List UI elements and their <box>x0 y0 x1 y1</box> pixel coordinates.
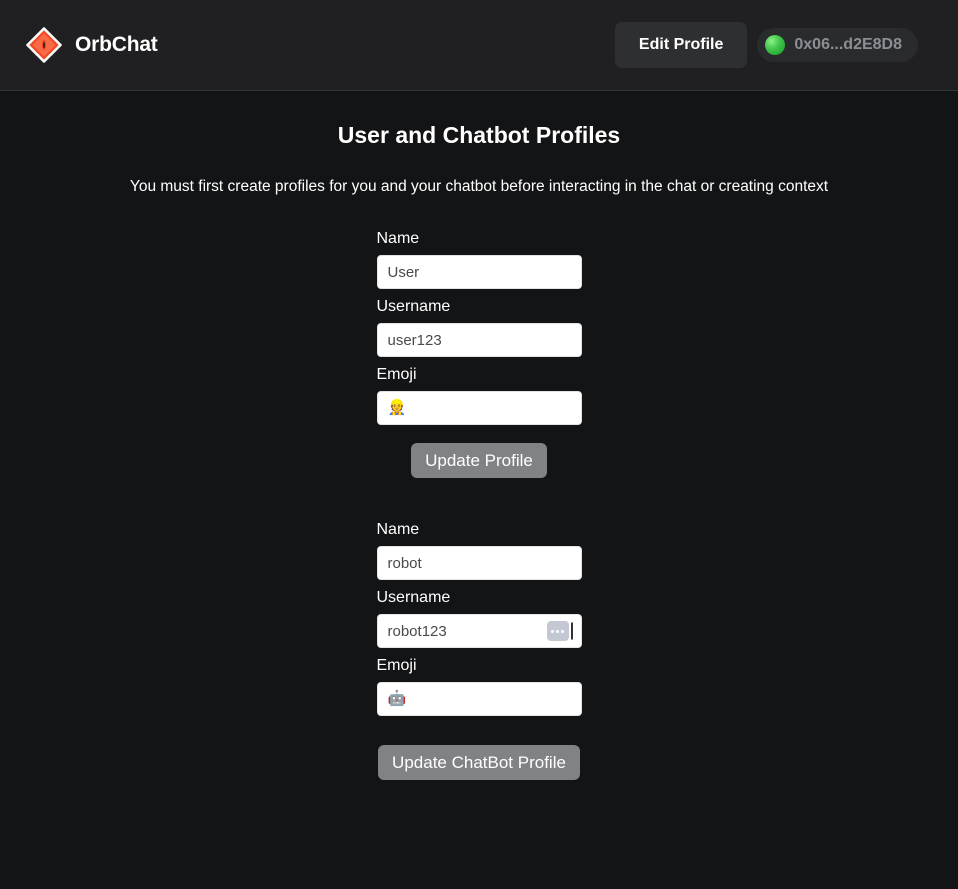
user-emoji-label: Emoji <box>376 366 417 383</box>
chatbot-profile-form: Name robot Username robot123 Emoji 🤖 Upd… <box>376 520 582 780</box>
edit-profile-button[interactable]: Edit Profile <box>614 22 748 68</box>
user-name-label: Name <box>376 230 420 247</box>
user-name-value: User <box>387 263 420 281</box>
user-username-input[interactable]: user123 <box>376 323 582 357</box>
update-profile-button[interactable]: Update Profile <box>411 443 547 478</box>
wallet-address-pill[interactable]: 0x06...d2E8D8 <box>757 28 918 62</box>
autofill-dot <box>561 629 564 633</box>
autofill-dots-icon[interactable] <box>546 621 569 641</box>
user-name-input[interactable]: User <box>376 255 582 289</box>
orb-diamond-logo-icon <box>26 27 62 63</box>
update-chatbot-profile-button[interactable]: Update ChatBot Profile <box>378 745 580 780</box>
page-title: User and Chatbot Profiles <box>337 122 621 148</box>
user-username-value: user123 <box>387 331 442 349</box>
user-submit-row: Update Profile <box>377 443 582 478</box>
chatbot-emoji-label: Emoji <box>376 657 417 674</box>
autofill-dot <box>556 629 559 633</box>
chatbot-username-value: robot123 <box>387 622 447 640</box>
brand[interactable]: OrbChat <box>26 27 158 63</box>
header-actions: Edit Profile 0x06...d2E8D8 <box>614 22 918 68</box>
page-subtitle: You must first create profiles for you a… <box>129 178 829 195</box>
text-caret <box>571 622 573 640</box>
chatbot-name-input[interactable]: robot <box>376 546 582 580</box>
app-header: OrbChat Edit Profile 0x06...d2E8D8 <box>0 0 958 91</box>
user-emoji-value: 👷 <box>387 399 407 416</box>
chatbot-username-input[interactable]: robot123 <box>376 614 582 648</box>
autofill-dot <box>551 629 554 633</box>
user-username-label: Username <box>376 298 451 315</box>
main-content: User and Chatbot Profiles You must first… <box>0 91 958 889</box>
brand-name: OrbChat <box>75 33 158 56</box>
chatbot-username-label: Username <box>376 589 451 606</box>
green-status-dot-icon <box>765 35 786 55</box>
chatbot-emoji-input[interactable]: 🤖 <box>376 682 582 716</box>
chatbot-name-value: robot <box>387 554 422 572</box>
chatbot-emoji-value: 🤖 <box>387 690 407 707</box>
chatbot-submit-row: Update ChatBot Profile <box>377 745 582 780</box>
user-emoji-input[interactable]: 👷 <box>376 391 582 425</box>
chatbot-name-label: Name <box>376 521 420 538</box>
user-profile-form: Name User Username user123 Emoji 👷 Updat… <box>376 229 582 478</box>
wallet-address-label: 0x06...d2E8D8 <box>794 36 902 53</box>
